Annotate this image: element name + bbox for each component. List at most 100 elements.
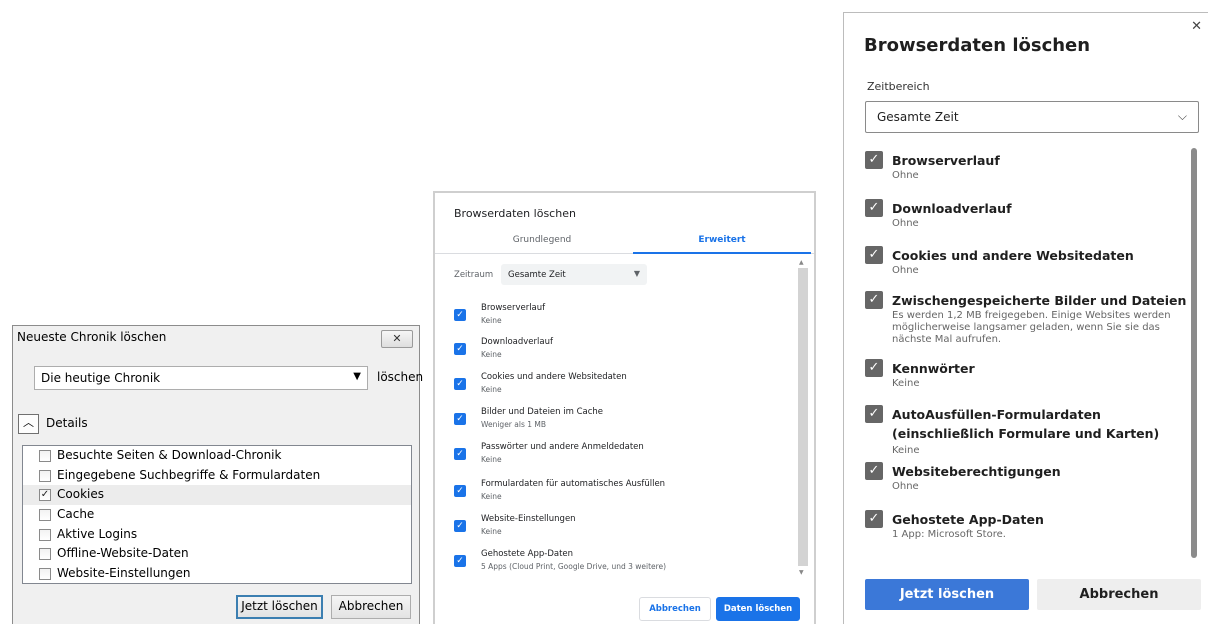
checkbox-checked[interactable]: ✓ (454, 555, 466, 567)
item-label: Browserverlauf (481, 303, 546, 313)
list-item[interactable]: ✓ Cookies (23, 485, 411, 506)
item-detail: Ohne (892, 481, 919, 492)
time-range-value: Gesamte Zeit (508, 270, 566, 280)
item-detail: Ohne (892, 170, 919, 181)
scrollbar[interactable]: ▲ ▼ (797, 259, 809, 579)
tab-basic[interactable]: Grundlegend (453, 235, 631, 245)
item-detail: 5 Apps (Cloud Print, Google Drive, und 3… (481, 562, 667, 571)
item-detail: Keine (481, 350, 502, 359)
list-item-label: Cookies (57, 487, 104, 502)
item-label: Browserverlauf (892, 153, 1000, 168)
tab-advanced[interactable]: Erweitert (633, 235, 811, 245)
list-item[interactable]: ✓ Downloadverlauf Keine (454, 337, 784, 367)
checkbox-checked[interactable]: ✓ (865, 359, 883, 377)
list-item[interactable]: ✓ Website-Einstellungen Keine (454, 514, 784, 544)
checkbox-checked[interactable]: ✓ (865, 405, 883, 423)
time-range-select[interactable]: Gesamte Zeit ▼ (501, 264, 647, 285)
checkbox-checked[interactable]: ✓ (454, 378, 466, 390)
checkbox[interactable] (39, 548, 51, 561)
item-label: Formulardaten für automatisches Ausfülle… (481, 479, 666, 489)
chevron-down-icon: ⌵ (1177, 109, 1187, 123)
list-item[interactable]: Website-Einstellungen (23, 564, 411, 584)
check-icon: ✓ (868, 511, 880, 526)
check-icon: ✓ (456, 310, 464, 320)
close-button[interactable]: ✕ (381, 330, 413, 348)
tab-active-indicator (633, 252, 811, 254)
checkbox-checked[interactable]: ✓ (454, 485, 466, 497)
time-range-label: Zeitbereich (867, 80, 930, 93)
time-range-select[interactable]: Die heutige Chronik ▼ (34, 366, 368, 390)
checkbox-checked[interactable]: ✓ (865, 199, 883, 217)
list-item[interactable]: ✓ Cookies und andere Websitedaten Keine (454, 372, 784, 402)
item-label: Passwörter und andere Anmeldedaten (481, 442, 644, 452)
clear-now-button[interactable]: Jetzt löschen (865, 579, 1029, 610)
item-detail: Es werden 1,2 MB freigegeben. Einige Web… (892, 310, 1171, 345)
clear-data-button[interactable]: Daten löschen (716, 597, 800, 621)
cancel-button[interactable]: Abbrechen (1037, 579, 1201, 610)
checkbox-checked[interactable]: ✓ (454, 343, 466, 355)
time-range-select[interactable]: Gesamte Zeit ⌵ (865, 101, 1199, 133)
list-item[interactable]: Cache (23, 505, 411, 525)
item-detail: Weniger als 1 MB (481, 420, 547, 429)
close-icon[interactable]: ✕ (1191, 19, 1202, 34)
list-item[interactable]: ✓ Passwörter und andere Anmeldedaten Kei… (454, 442, 784, 472)
scrollbar-thumb[interactable] (798, 268, 808, 566)
checkbox[interactable] (39, 568, 51, 581)
dialog-title: Browserdaten löschen (864, 35, 1091, 56)
scroll-up-icon[interactable]: ▲ (799, 259, 804, 266)
scroll-down-icon[interactable]: ▼ (799, 569, 804, 576)
item-label: Kennwörter (892, 361, 975, 376)
list-item[interactable]: Besuchte Seiten & Download-Chronik (23, 446, 411, 466)
item-label: Gehostete App-Daten (481, 549, 574, 559)
check-icon: ✓ (456, 344, 464, 354)
dropdown-arrow-icon: ▼ (633, 269, 640, 278)
item-label: Downloadverlauf (892, 201, 1012, 216)
item-detail: Ohne (892, 265, 919, 276)
check-icon: ✓ (456, 414, 464, 424)
chevron-up-icon: ︿ (23, 416, 34, 429)
check-icon: ✓ (868, 463, 880, 478)
item-detail: Keine (892, 445, 920, 456)
clear-now-button[interactable]: Jetzt löschen (236, 595, 323, 619)
item-label: Cookies und andere Websitedaten (481, 372, 627, 382)
scrollbar-thumb[interactable] (1191, 148, 1197, 558)
checkbox-checked[interactable]: ✓ (865, 510, 883, 528)
check-icon: ✓ (868, 360, 880, 375)
check-icon: ✓ (456, 486, 464, 496)
item-detail: Keine (481, 455, 502, 464)
checkbox-checked[interactable]: ✓ (454, 413, 466, 425)
check-icon: ✓ (40, 489, 50, 501)
list-item[interactable]: Aktive Logins (23, 525, 411, 545)
checkbox[interactable] (39, 469, 51, 482)
checkbox[interactable] (39, 528, 51, 541)
dropdown-arrow-icon: ▼ (353, 371, 361, 382)
checkbox-checked[interactable]: ✓ (865, 291, 883, 309)
checkbox-checked[interactable]: ✓ (39, 489, 51, 502)
time-range-value: Die heutige Chronik (41, 371, 161, 385)
checkbox[interactable] (39, 450, 51, 462)
item-label: Downloadverlauf (481, 337, 553, 347)
list-item[interactable]: Offline-Website-Daten (23, 544, 411, 564)
checkbox-checked[interactable]: ✓ (865, 462, 883, 480)
list-item[interactable]: ✓ Bilder und Dateien im Cache Weniger al… (454, 407, 784, 437)
list-item[interactable]: Eingegebene Suchbegriffe & Formulardaten (23, 466, 411, 486)
checkbox-checked[interactable]: ✓ (454, 309, 466, 321)
checkbox-checked[interactable]: ✓ (865, 151, 883, 169)
item-label: Gehostete App-Daten (892, 512, 1044, 527)
list-item[interactable]: ✓ Gehostete App-Daten 5 Apps (Cloud Prin… (454, 549, 784, 579)
details-toggle-button[interactable]: ︿ (18, 414, 39, 434)
cancel-button[interactable]: Abbrechen (639, 597, 711, 621)
checkbox-checked[interactable]: ✓ (865, 246, 883, 264)
list-item-label: Website-Einstellungen (57, 566, 191, 581)
check-icon: ✓ (456, 521, 464, 531)
dialog-title: Browserdaten löschen (454, 207, 576, 220)
item-label: Websiteberechtigungen (892, 464, 1061, 479)
list-item[interactable]: ✓ Formulardaten für automatisches Ausfül… (454, 479, 784, 509)
checkbox-checked[interactable]: ✓ (454, 520, 466, 532)
list-item[interactable]: ✓ Browserverlauf Keine (454, 303, 784, 333)
checkbox[interactable] (39, 509, 51, 522)
cancel-button[interactable]: Abbrechen (331, 595, 411, 619)
list-item-label: Besuchte Seiten & Download-Chronik (57, 448, 282, 462)
checkbox-checked[interactable]: ✓ (454, 448, 466, 460)
item-label: Bilder und Dateien im Cache (481, 407, 604, 417)
